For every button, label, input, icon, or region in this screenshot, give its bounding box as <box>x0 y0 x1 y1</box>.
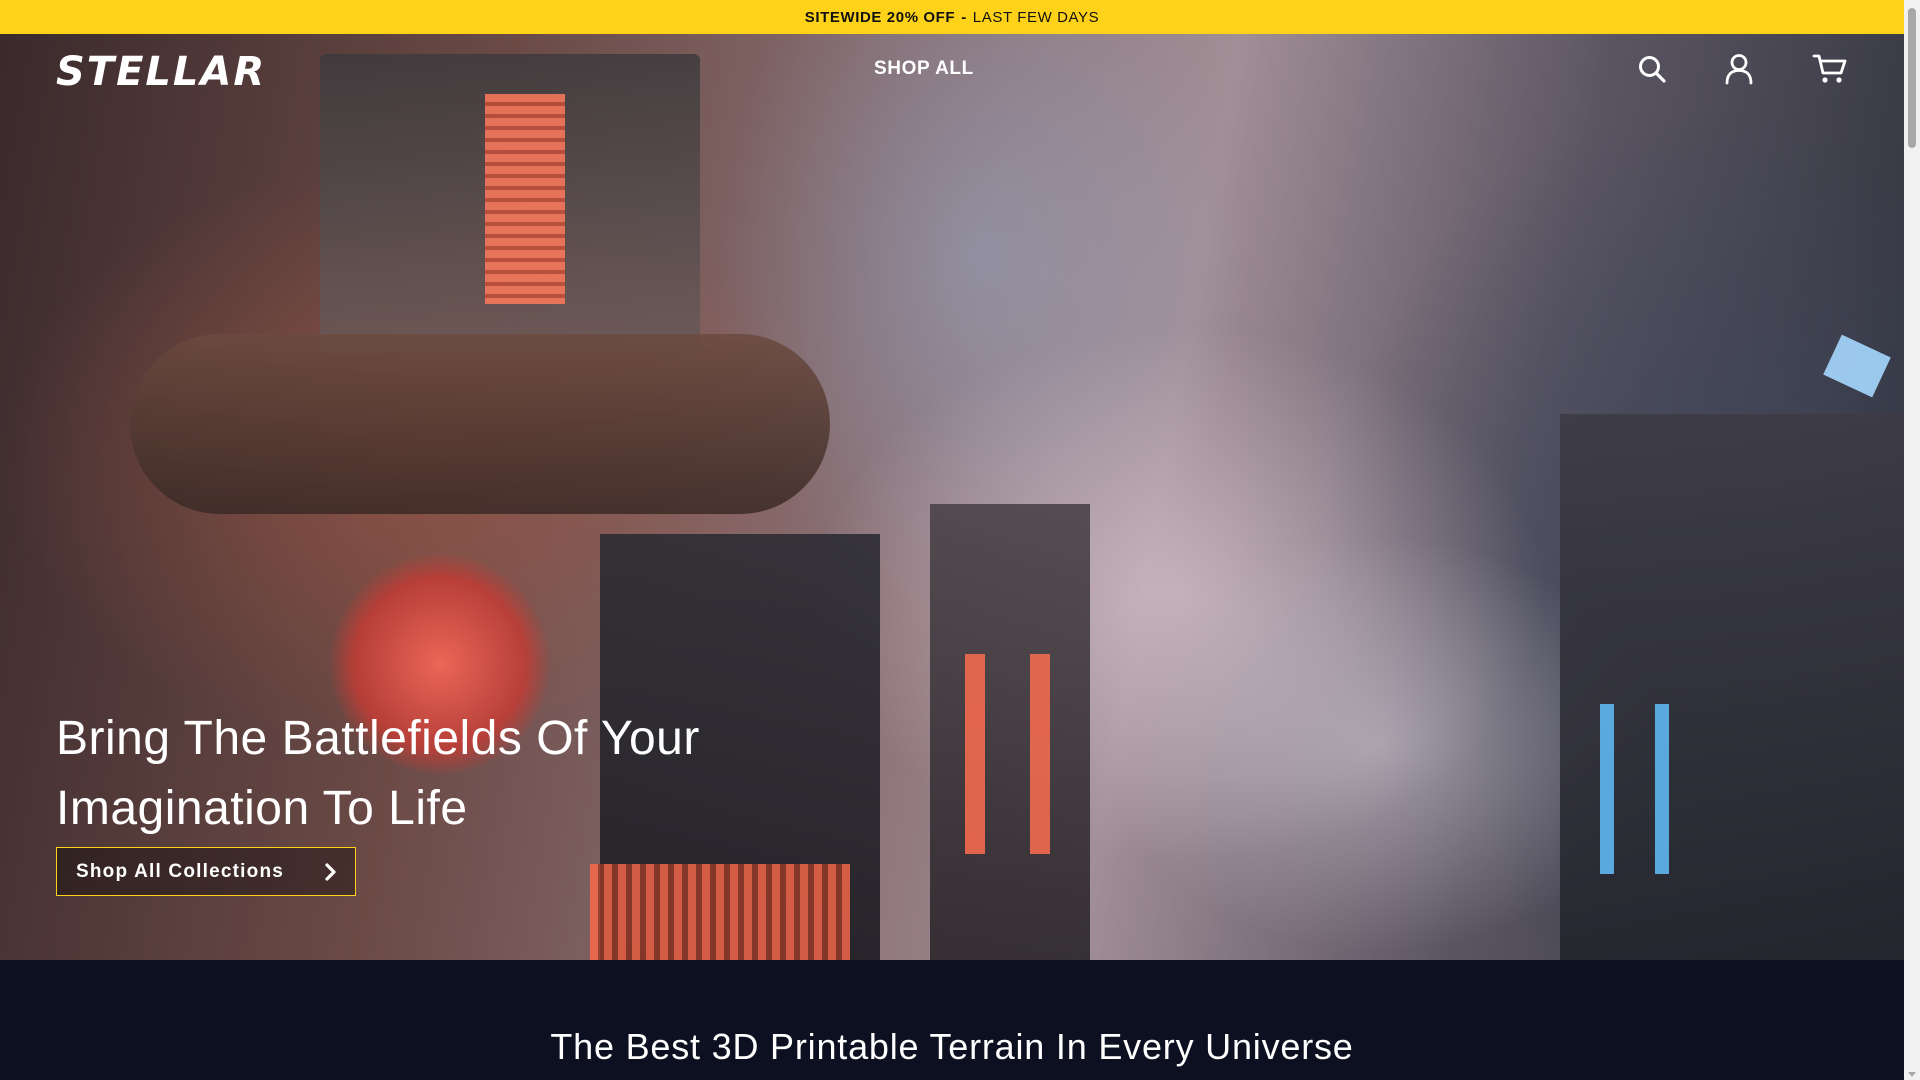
account-button[interactable] <box>1719 52 1759 90</box>
search-button[interactable] <box>1632 52 1672 90</box>
logo[interactable]: STELLAR <box>56 52 266 92</box>
section-title: The Best 3D Printable Terrain In Every U… <box>550 1026 1354 1067</box>
scrollbar-thumb[interactable] <box>1908 8 1916 148</box>
scroll-down-arrow-icon[interactable] <box>1908 1072 1916 1077</box>
shop-all-collections-label: Shop All Collections <box>76 860 285 882</box>
hero-title: Bring The Battlefields Of Your Imaginati… <box>56 712 700 835</box>
hero-scenery-grate <box>590 864 850 960</box>
cart-button[interactable] <box>1810 52 1850 90</box>
hero-scenery-cannon <box>130 334 830 514</box>
announcement-bar[interactable]: SITEWIDE 20% OFF - LAST FEW DAYS <box>0 0 1904 34</box>
site-header: STELLAR SHOP ALL <box>0 34 1904 106</box>
cart-icon <box>1812 53 1848 90</box>
hero-scenery-light <box>1655 704 1669 874</box>
chevron-right-icon <box>325 863 337 887</box>
hero-scenery-light <box>965 654 985 854</box>
page: SITEWIDE 20% OFF - LAST FEW DAYS Bring T… <box>0 0 1920 1080</box>
hero-banner: Bring The Battlefields Of Your Imaginati… <box>0 34 1904 960</box>
featured-section: The Best 3D Printable Terrain In Every U… <box>0 960 1904 1080</box>
nav-shop-all[interactable]: SHOP ALL <box>874 58 974 80</box>
announcement-text: LAST FEW DAYS <box>972 8 1100 26</box>
hero-scenery-light <box>1030 654 1050 854</box>
hero-scenery-tower <box>1560 414 1904 960</box>
page-scrollbar[interactable] <box>1904 0 1920 1080</box>
hero-scenery-crystal <box>1823 334 1891 398</box>
account-icon <box>1725 53 1753 90</box>
announcement-separator: - <box>961 8 967 26</box>
hero-scenery-vent <box>485 94 565 304</box>
hero-scenery-light <box>1600 704 1614 874</box>
search-icon <box>1637 54 1667 89</box>
announcement-highlight: SITEWIDE 20% OFF <box>804 8 956 26</box>
shop-all-collections-button[interactable]: Shop All Collections <box>56 847 356 896</box>
hero-scenery-pillar <box>930 504 1090 960</box>
